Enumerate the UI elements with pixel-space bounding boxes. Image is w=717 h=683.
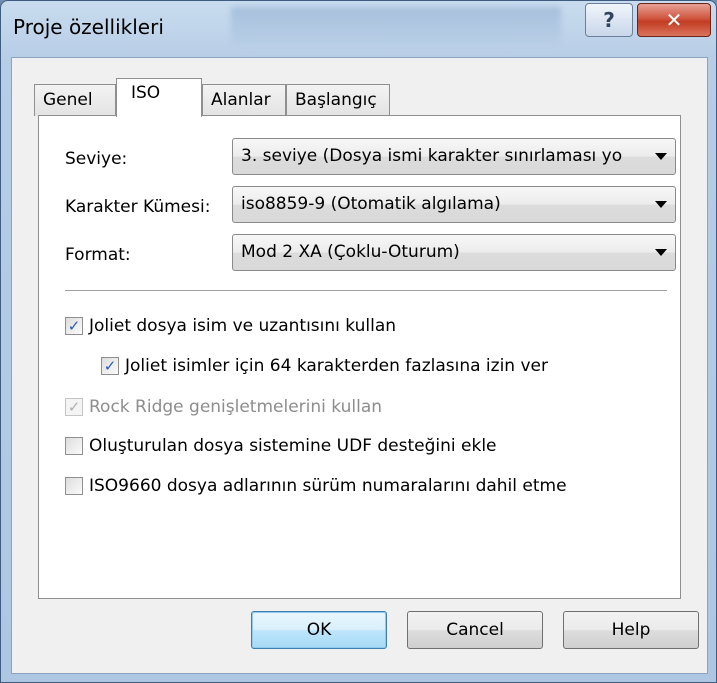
title-bar[interactable]: Proje özellikleri ? ✕: [1, 1, 716, 57]
separator: [65, 290, 667, 292]
checkbox-label: Joliet isimler için 64 karakterden fazla…: [125, 356, 548, 376]
rock-ridge-checkbox-row: ✓ Rock Ridge genişletmelerini kullan: [65, 397, 382, 417]
charset-select[interactable]: iso8859-9 (Otomatik algılama): [232, 186, 676, 223]
level-select[interactable]: 3. seviye (Dosya ismi karakter sınırlama…: [232, 138, 676, 175]
joliet-checkbox[interactable]: ✓: [65, 317, 83, 335]
rock-ridge-checkbox: ✓: [65, 398, 83, 416]
udf-checkbox-row[interactable]: Oluşturulan dosya sistemine UDF desteğin…: [65, 436, 497, 456]
level-select-value: 3. seviye (Dosya ismi karakter sınırlama…: [241, 146, 623, 166]
joliet-long-names-checkbox-row[interactable]: ✓ Joliet isimler için 64 karakterden faz…: [101, 356, 548, 376]
chevron-down-icon: [655, 153, 667, 160]
close-icon: ✕: [665, 8, 683, 32]
checkbox-label: Oluşturulan dosya sistemine UDF desteğin…: [89, 436, 497, 456]
tab-label: Başlangıç: [295, 90, 377, 110]
tab-label: ISO: [131, 83, 161, 103]
help-title-button[interactable]: ?: [585, 3, 633, 37]
joliet-long-names-checkbox[interactable]: ✓: [101, 357, 119, 375]
udf-checkbox[interactable]: [65, 437, 83, 455]
tab-iso[interactable]: ISO: [116, 78, 202, 117]
format-select-value: Mod 2 XA (Çoklu-Oturum): [241, 242, 460, 262]
iso-tab-panel: Seviye: 3. seviye (Dosya ismi karakter s…: [38, 115, 681, 599]
cancel-button[interactable]: Cancel: [407, 611, 543, 649]
chevron-down-icon: [655, 201, 667, 208]
format-select[interactable]: Mod 2 XA (Çoklu-Oturum): [232, 234, 676, 271]
dialog-window: Proje özellikleri ? ✕ Genel ISO Alanlar …: [0, 0, 717, 683]
iso-version-numbers-checkbox-row[interactable]: ISO9660 dosya adlarının sürüm numaraları…: [65, 476, 567, 496]
format-label: Format:: [65, 245, 131, 265]
tab-baslangic[interactable]: Başlangıç: [286, 84, 390, 116]
level-label: Seviye:: [65, 149, 128, 169]
tab-label: Genel: [43, 90, 93, 110]
ok-button[interactable]: OK: [251, 611, 387, 649]
joliet-checkbox-row[interactable]: ✓ Joliet dosya isim ve uzantısını kullan: [65, 316, 396, 336]
title-bar-background: [231, 7, 561, 45]
help-button[interactable]: Help: [563, 611, 699, 649]
tab-label: Alanlar: [211, 90, 271, 110]
tab-genel[interactable]: Genel: [34, 84, 116, 116]
window-title: Proje özellikleri: [13, 15, 164, 39]
iso-version-numbers-checkbox[interactable]: [65, 477, 83, 495]
charset-select-value: iso8859-9 (Otomatik algılama): [241, 194, 501, 214]
checkbox-label: Joliet dosya isim ve uzantısını kullan: [89, 316, 397, 336]
dialog-client-area: Genel ISO Alanlar Başlangıç Seviye: 3. s…: [11, 57, 708, 674]
checkbox-label: Rock Ridge genişletmelerini kullan: [89, 397, 383, 417]
question-mark-icon: ?: [603, 8, 615, 32]
charset-label: Karakter Kümesi:: [65, 197, 211, 217]
chevron-down-icon: [655, 249, 667, 256]
tab-alanlar[interactable]: Alanlar: [202, 84, 286, 116]
checkbox-label: ISO9660 dosya adlarının sürüm numaraları…: [89, 476, 567, 496]
close-button[interactable]: ✕: [637, 3, 711, 37]
